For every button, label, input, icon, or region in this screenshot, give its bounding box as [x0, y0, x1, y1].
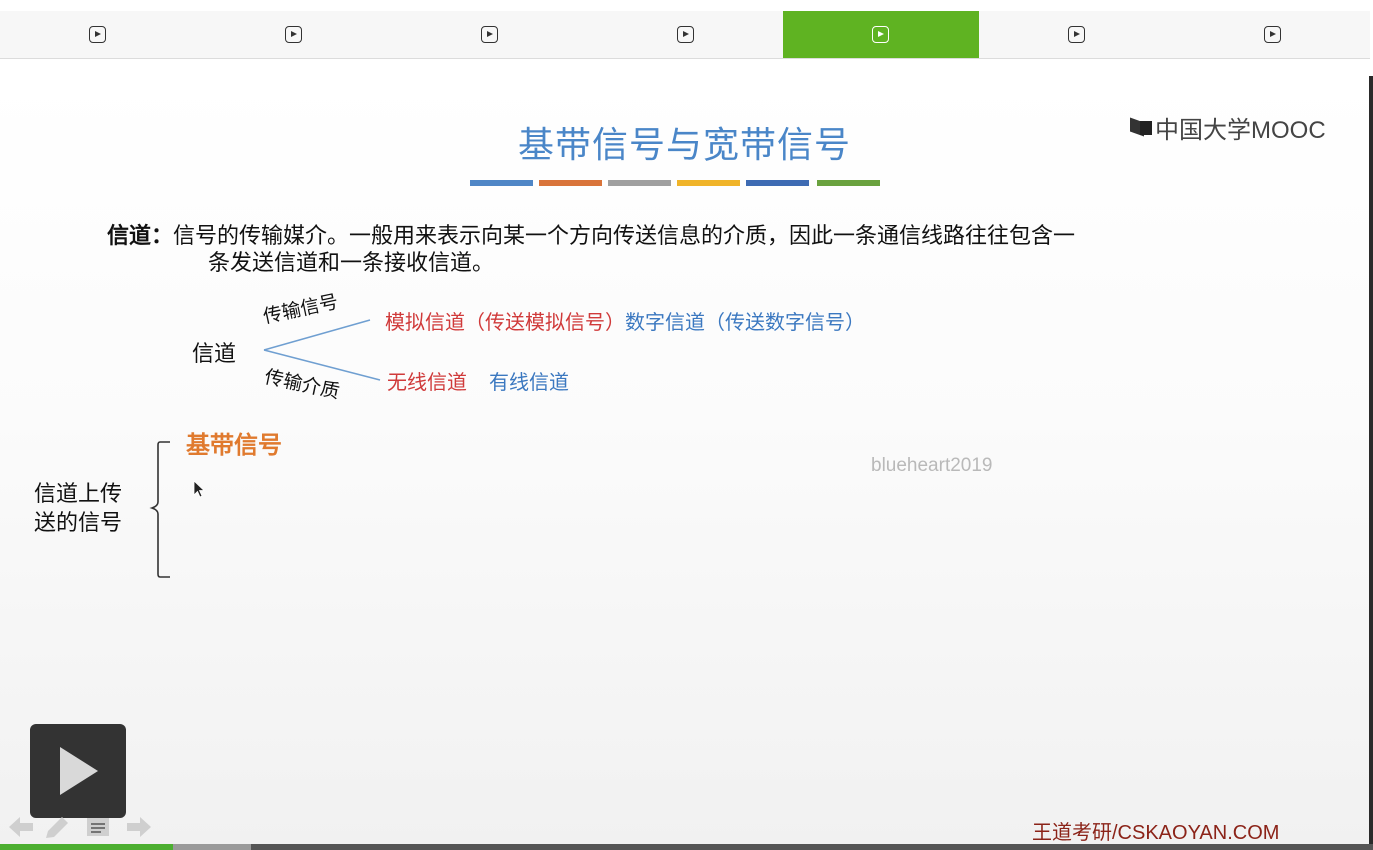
play-icon	[480, 26, 498, 43]
title-underline-segment	[677, 180, 740, 186]
tab-video-1[interactable]	[0, 11, 196, 58]
signals-on-channel-label: 信道上传 送的信号	[34, 482, 123, 536]
tree-row-signals: 模拟信道（传送模拟信号）数字信道（传送数字信号）	[385, 306, 865, 335]
watermark-text: blueheart2019	[871, 455, 993, 476]
lecture-slide: 基带信号与宽带信号 中国大学MOOC 信道：信号的传输媒介。一般用来表示向某一个…	[0, 76, 1369, 844]
tab-video-2[interactable]	[196, 11, 392, 58]
wireless-channel-text: 无线信道	[387, 370, 467, 394]
play-icon	[1263, 26, 1281, 43]
tab-video-6[interactable]	[979, 11, 1175, 58]
tree-root-label: 信道	[192, 342, 237, 367]
left-brace	[149, 441, 170, 578]
lecture-player: 基带信号与宽带信号 中国大学MOOC 信道：信号的传输媒介。一般用来表示向某一个…	[0, 0, 1373, 850]
title-underline-segment	[539, 180, 602, 186]
definition-colon: ：	[151, 223, 174, 249]
wired-channel-text: 有线信道	[489, 370, 569, 394]
mooc-logo-icon	[1130, 117, 1152, 139]
definition-text: 信号的传输媒介。一般用来表示向某一个方向传送信息的介质，因此一条通信线路往往包含…	[173, 224, 1076, 249]
arrow-right-icon[interactable]	[124, 814, 154, 840]
video-tab-bar	[0, 11, 1370, 59]
title-underline-segment	[746, 180, 809, 186]
play-icon	[676, 26, 694, 43]
tab-video-5-active[interactable]	[782, 11, 979, 58]
definition-term: 信道	[107, 223, 152, 249]
tree-row-media: 无线信道 有线信道	[387, 366, 569, 395]
title-underline-segment	[817, 180, 880, 186]
tab-video-4[interactable]	[587, 11, 783, 58]
progress-played	[0, 844, 173, 850]
tab-video-3[interactable]	[391, 11, 587, 58]
title-underline-segment	[608, 180, 671, 186]
definition-line-2: 条发送信道和一条接收信道。	[208, 251, 495, 276]
big-play-button[interactable]	[30, 724, 126, 818]
slide-right-edge	[1369, 76, 1373, 850]
title-underline-segment	[470, 180, 533, 186]
digital-channel-text: 数字信道（传送数字信号）	[625, 310, 865, 334]
play-icon	[1067, 26, 1085, 43]
analog-channel-text: 模拟信道（传送模拟信号）	[385, 310, 625, 334]
pen-icon[interactable]	[42, 814, 72, 840]
arrow-left-icon[interactable]	[6, 814, 36, 840]
play-icon	[285, 26, 303, 43]
mooc-logo: 中国大学MOOC	[1130, 110, 1326, 145]
play-icon	[872, 26, 890, 43]
tab-video-7[interactable]	[1174, 11, 1370, 58]
play-icon	[89, 26, 107, 43]
footer-brand: 王道考研/CSKAOYAN.COM	[1032, 822, 1280, 844]
notes-icon[interactable]	[84, 814, 112, 840]
mooc-logo-text: 中国大学MOOC	[1155, 117, 1326, 144]
baseband-signal-heading: 基带信号	[186, 431, 282, 459]
mouse-cursor-icon	[193, 480, 206, 498]
definition-line-1: 信道：信号的传输媒介。一般用来表示向某一个方向传送信息的介质，因此一条通信线路往…	[107, 222, 1075, 251]
